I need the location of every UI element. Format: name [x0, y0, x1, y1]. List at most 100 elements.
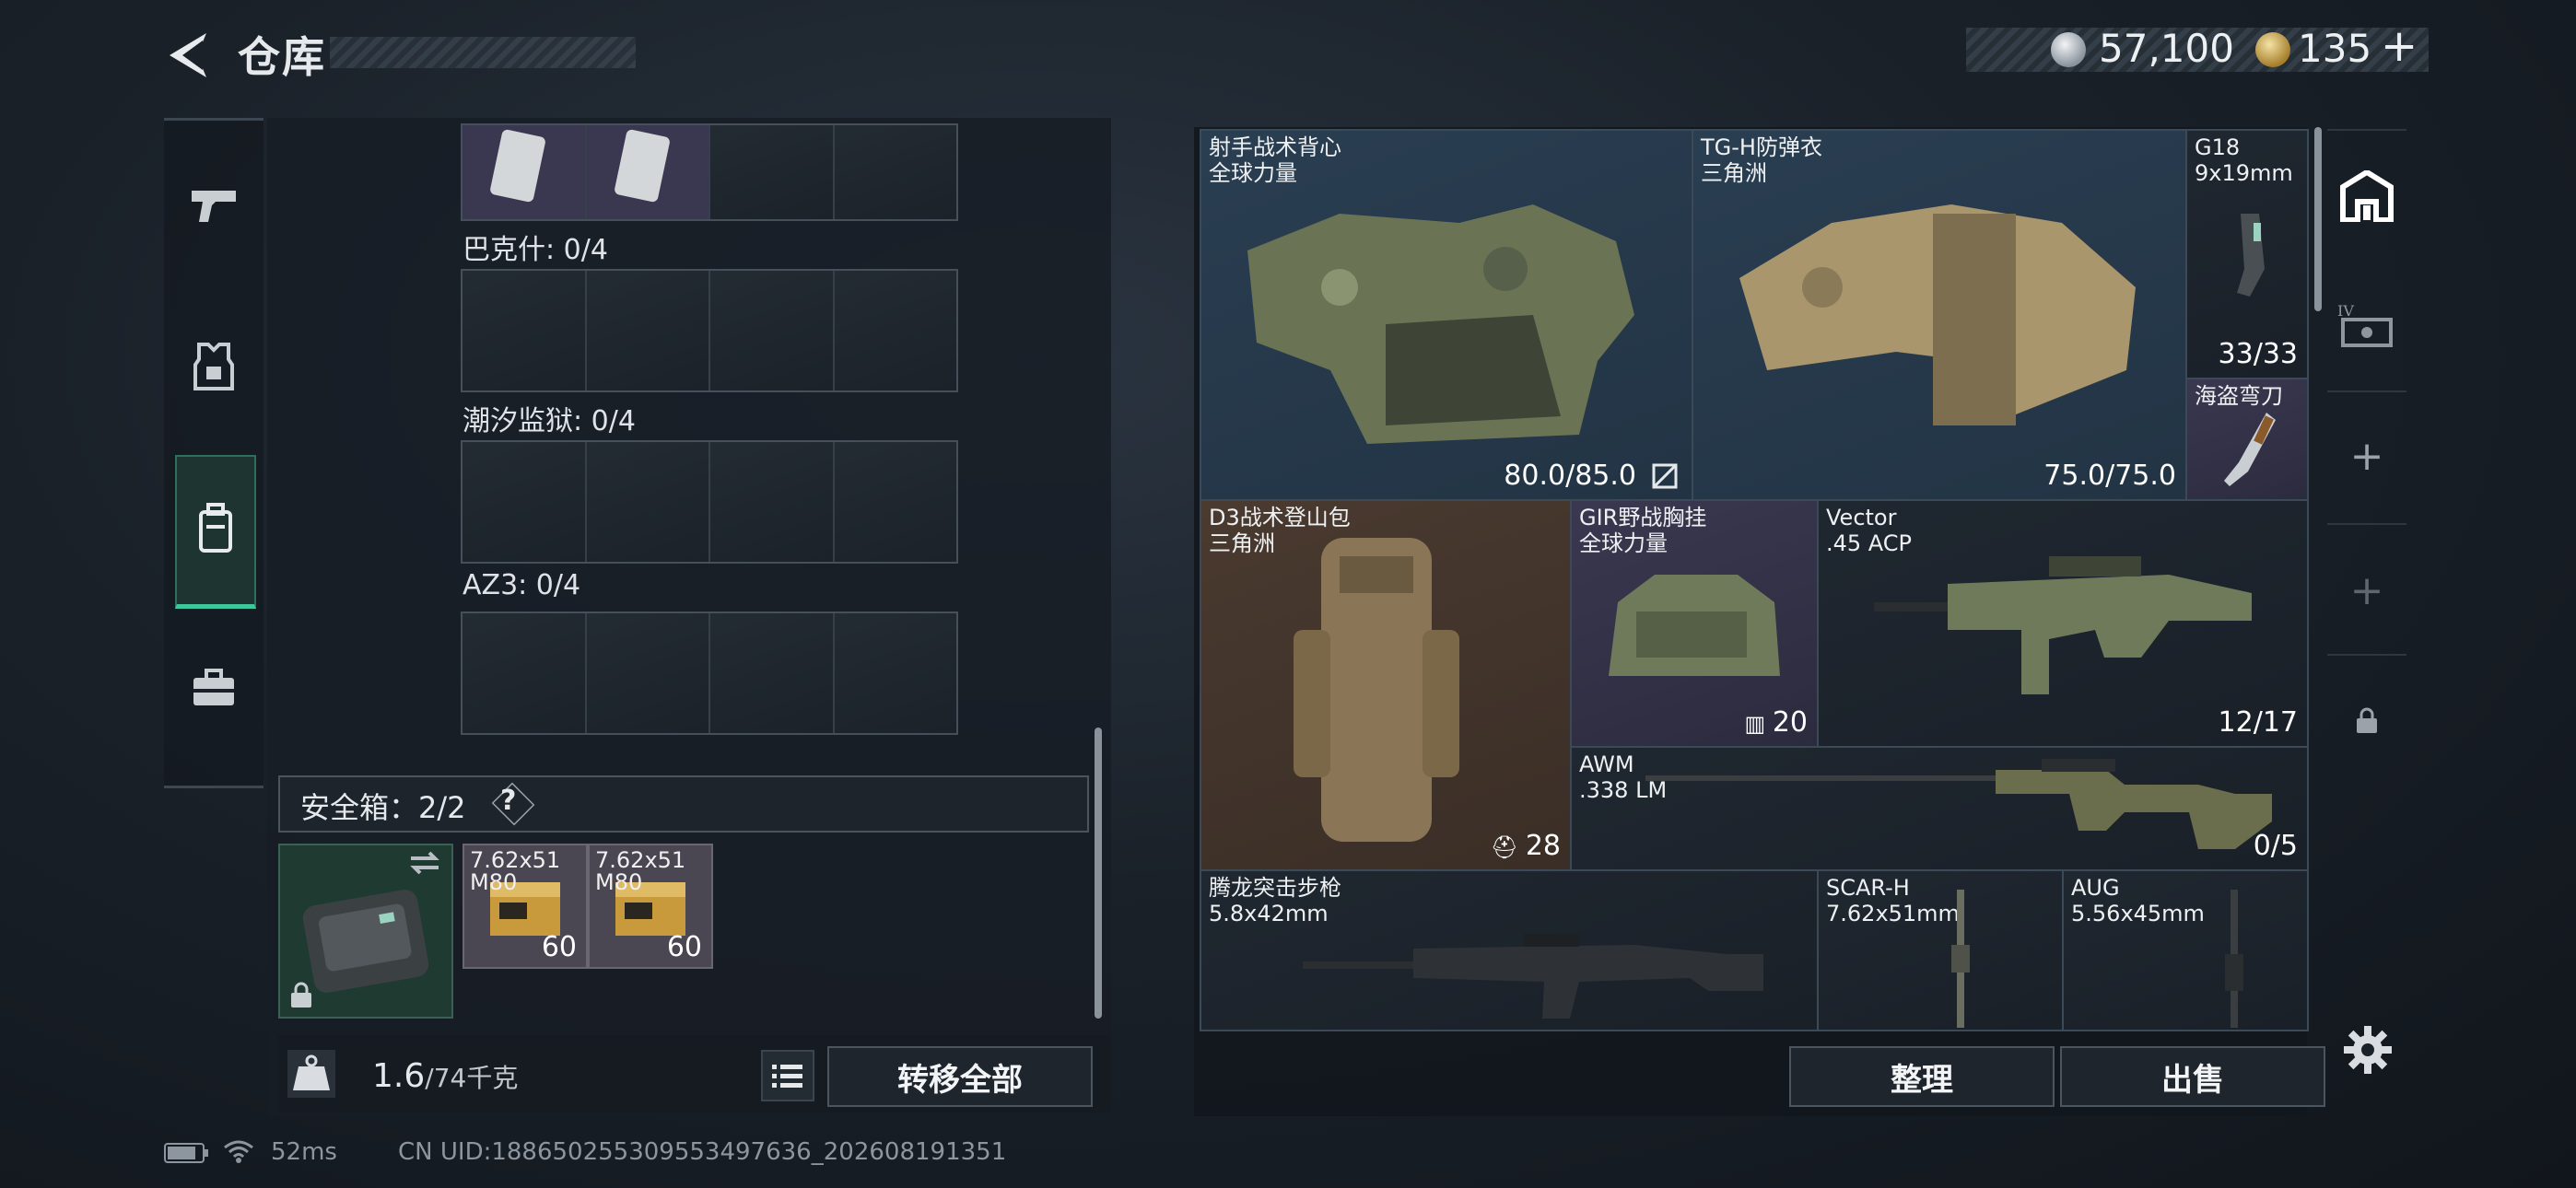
grid-cell[interactable] [586, 442, 710, 562]
equipment-scrollbar[interactable] [2314, 127, 2322, 311]
grid-cell[interactable] [586, 613, 710, 733]
item-subtitle: 9x19mm [2195, 160, 2293, 186]
add-slot-plus-icon[interactable]: + [2327, 414, 2406, 497]
ammo-count: 60 [541, 931, 577, 963]
item-name: 海盗弯刀 [2195, 383, 2283, 409]
item-title: TG-H防弹衣 [1701, 134, 1822, 160]
durability-value: 75.0/75.0 [2043, 460, 2176, 492]
equip-slot-vest[interactable]: 射手战术背心 全球力量 80.0/85.0 [1200, 129, 1693, 501]
sidebar-item-backpack[interactable] [175, 455, 256, 609]
ammo-value: 0/5 [2253, 830, 2298, 862]
equip-slot-armor[interactable]: TG-H防弹衣 三角洲 75.0/75.0 [1692, 129, 2187, 501]
kg-weight-icon [287, 1050, 335, 1098]
item-subtitle: 三角洲 [1701, 160, 1767, 186]
equip-slot-melee[interactable]: 海盗弯刀 [2185, 378, 2309, 501]
item-subtitle: 7.62x51mm [1826, 901, 1960, 926]
item-title: 腾龙突击步枪 [1209, 875, 1341, 901]
sell-button[interactable]: 出售 [2060, 1046, 2325, 1107]
swap-icon[interactable] [407, 849, 442, 880]
item-title: 海盗弯刀 [2195, 383, 2283, 409]
grid-cell[interactable] [463, 125, 587, 219]
storage-grid-tide-prison [461, 440, 958, 564]
battery-icon [164, 1142, 210, 1168]
grid-cell[interactable] [834, 125, 956, 219]
storage-slot-rifle[interactable]: 腾龙突击步枪 5.8x42mm [1200, 869, 1819, 1031]
section-label-bakhsh: 巴克什: 0/4 [463, 234, 608, 266]
ammo-value: 12/17 [2218, 706, 2298, 739]
lock-icon [289, 982, 313, 1013]
locked-slot [2327, 681, 2406, 764]
safe-box-label: 安全箱：2/2 [300, 790, 466, 825]
sidebar-item-armor[interactable] [175, 313, 252, 424]
weight-current: 1.6 [372, 1057, 426, 1095]
durability-value: 80.0/85.0 [1504, 460, 1636, 492]
organize-button[interactable]: 整理 [1789, 1046, 2055, 1107]
section-label-az3: AZ3: 0/4 [463, 569, 581, 601]
storage-grid-az3 [461, 611, 958, 735]
item-name: G18 9x19mm [2195, 134, 2293, 186]
capacity-number: 20 [1772, 706, 1808, 739]
item-subtitle: 三角洲 [1209, 530, 1275, 556]
grid-cell[interactable] [586, 271, 710, 390]
grid-cell[interactable] [834, 613, 956, 733]
grid-cell[interactable] [586, 125, 710, 219]
capacity-icon: ⛑ [1490, 834, 1526, 860]
right-sidebar-divider [2327, 523, 2406, 525]
right-sidebar-equipment-tab[interactable] [2327, 157, 2406, 239]
equip-slot-chest-rig[interactable]: GIR野战胸挂 全球力量 ▥ 20 [1570, 499, 1819, 748]
grid-cell[interactable] [463, 271, 587, 390]
item-title: AWM [1579, 751, 1634, 777]
grid-cell[interactable] [710, 613, 835, 733]
equip-slot-sidearm[interactable]: G18 9x19mm 33/33 [2185, 129, 2309, 379]
sidebar-item-weapons[interactable] [175, 153, 252, 263]
back-icon[interactable] [162, 28, 214, 83]
grid-cell[interactable] [710, 125, 835, 219]
grid-cell[interactable] [463, 442, 587, 562]
storage-slot-aug[interactable]: AUG 5.56x45mm [2062, 869, 2309, 1031]
grid-cell[interactable] [710, 271, 835, 390]
title-decoration [330, 37, 636, 68]
storage-slot-scar[interactable]: SCAR-H 7.62x51mm [1817, 869, 2064, 1031]
ammo-slot-2[interactable]: 7.62x51 M80 60 [588, 844, 713, 969]
silver-currency-amount: 57,100 [2099, 26, 2234, 71]
settings-gear-icon[interactable] [2342, 1024, 2394, 1079]
equip-slot-secondary-weapon[interactable]: AWM .338 LM 0/5 [1570, 746, 2309, 871]
pistol-icon [188, 185, 240, 231]
section-label-tide-prison: 潮汐监狱: 0/4 [463, 405, 636, 437]
item-title: GIR野战胸挂 [1579, 505, 1707, 530]
right-sidebar-divider [2327, 654, 2406, 656]
capacity-value: ⛑ 28 [1491, 830, 1561, 862]
item-title: G18 [2195, 134, 2241, 160]
add-currency-button[interactable]: + [2381, 20, 2418, 72]
rig-icon: ▥ [1744, 711, 1773, 737]
page-title: 仓库 [238, 32, 326, 82]
grid-cell[interactable] [834, 271, 956, 390]
capacity-value: ▥ 20 [1745, 706, 1809, 739]
container-icon: IV [2337, 299, 2396, 355]
transfer-all-button[interactable]: 转移全部 [827, 1046, 1093, 1107]
item-name: TG-H防弹衣 三角洲 [1701, 134, 1822, 186]
briefcase-icon [191, 669, 237, 713]
storage-scrollbar[interactable] [1095, 728, 1102, 1019]
item-name: AUG 5.56x45mm [2071, 875, 2205, 926]
storage-grid-bakhsh [461, 269, 958, 392]
list-view-button[interactable] [761, 1050, 814, 1101]
equip-slot-primary-weapon[interactable]: Vector .45 ACP 12/17 [1817, 499, 2309, 748]
item-title: SCAR-H [1826, 875, 1910, 901]
silver-coin-icon [2051, 32, 2086, 67]
right-sidebar-divider [2327, 390, 2406, 392]
ammo-slot-1[interactable]: 7.62x51 M80 60 [463, 844, 588, 969]
equip-slot-backpack[interactable]: D3战术登山包 三角洲 ⛑ 28 [1200, 499, 1572, 871]
capacity-number: 28 [1525, 830, 1561, 862]
svg-text:IV: IV [2337, 302, 2354, 320]
item-subtitle: 全球力量 [1209, 160, 1297, 186]
grid-cell[interactable] [463, 613, 587, 733]
weight-value: 1.6/74千克 [372, 1057, 518, 1095]
sidebar-item-supplies[interactable] [175, 635, 252, 746]
ammo-count: 60 [666, 931, 702, 963]
grid-cell[interactable] [834, 442, 956, 562]
lock-icon [2355, 707, 2379, 739]
right-sidebar-container-tab[interactable]: IV [2327, 285, 2406, 368]
grid-cell[interactable] [710, 442, 835, 562]
player-uid: CN UID:18865025530955349763​6_2026081913… [398, 1138, 1007, 1166]
